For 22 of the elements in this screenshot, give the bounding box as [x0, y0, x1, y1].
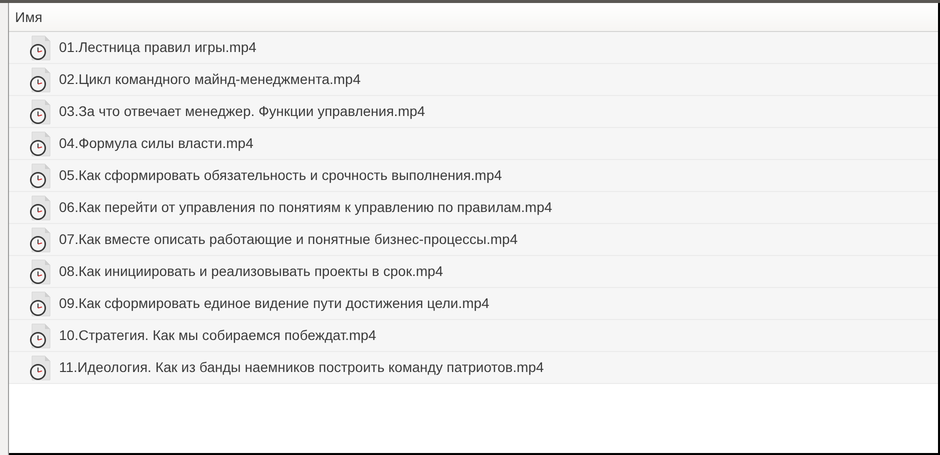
clock-file-icon: [27, 322, 53, 348]
file-row[interactable]: 05.Как сформировать обязательность и срочность выполнения.mp4: [9, 160, 938, 192]
clock-file-icon: [27, 290, 53, 316]
clock-file-icon: [27, 354, 53, 380]
file-row[interactable]: 06.Как перейти от управления по понятиям к управлению по правилам.mp4: [9, 192, 938, 224]
clock-file-icon: [27, 258, 53, 284]
file-row[interactable]: 03.За что отвечает менеджер. Функции управления.mp4: [9, 96, 938, 128]
file-row[interactable]: 09.Как сформировать единое видение пути достижения цели.mp4: [9, 288, 938, 320]
file-row[interactable]: 02.Цикл командного майнд-менеджмента.mp4: [9, 64, 938, 96]
file-row[interactable]: 08.Как инициировать и реализовывать проекты в срок.mp4: [9, 256, 938, 288]
file-row[interactable]: 07.Как вместе описать работающие и понятные бизнес-процессы.mp4: [9, 224, 938, 256]
clock-file-icon: [27, 162, 53, 188]
clock-file-icon: [27, 66, 53, 92]
file-row[interactable]: 01.Лестница правил игры.mp4: [9, 32, 938, 64]
file-row[interactable]: 11.Идеология. Как из банды наемников построить команду патриотов.mp4: [9, 352, 938, 384]
clock-file-icon: [27, 34, 53, 60]
file-row[interactable]: 10.Стратегия. Как мы собираемся побеждат.mp4: [9, 320, 938, 352]
file-row[interactable]: 04.Формула силы власти.mp4: [9, 128, 938, 160]
clock-file-icon: [27, 194, 53, 220]
clock-file-icon: [27, 98, 53, 124]
clock-file-icon: [27, 130, 53, 156]
clock-file-icon: [27, 226, 53, 252]
